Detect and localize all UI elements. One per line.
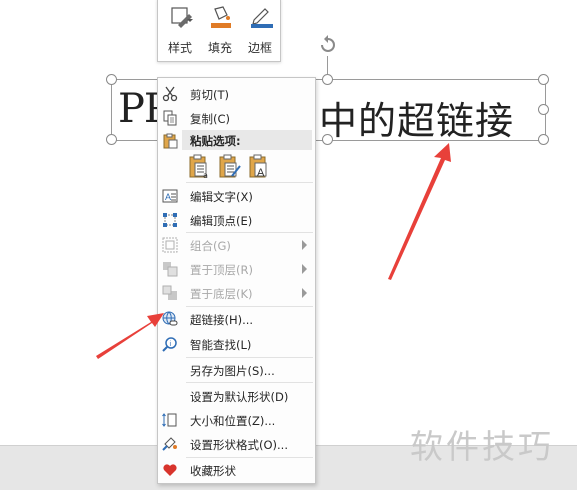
- resize-handle-bottom-right[interactable]: [538, 134, 549, 145]
- slide-text-right[interactable]: 中的超链接: [319, 90, 514, 145]
- menu-item-group: 组合(G): [158, 233, 315, 257]
- resize-handle-bottom-left[interactable]: [106, 134, 117, 145]
- hyperlink-globe-icon: [162, 311, 178, 326]
- style-button-label: 样式: [167, 41, 192, 55]
- scissors-icon: [162, 86, 178, 102]
- menu-label-edit-text: 编辑文字(X): [190, 190, 253, 204]
- menu-label-cut: 剪切(T): [190, 88, 229, 102]
- menu-label-hyperlink: 超链接(H)...: [190, 313, 254, 327]
- paste-options-header: 粘贴选项:: [182, 130, 312, 150]
- menu-label-send-to-back: 置于底层(K): [190, 287, 253, 301]
- border-button[interactable]: 边框: [242, 3, 278, 55]
- watermark: 软件技巧: [410, 427, 554, 466]
- menu-separator: [186, 182, 313, 183]
- style-icon: [171, 7, 193, 28]
- send-to-back-icon: [162, 285, 177, 300]
- mini-toolbar: 样式 填充 边框: [157, 0, 281, 62]
- menu-label-smart-lookup: 智能查找(L): [190, 338, 252, 352]
- bring-to-front-icon: [163, 262, 178, 277]
- copy-icon: [163, 110, 177, 126]
- menu-item-send-to-back: 置于底层(K): [158, 281, 315, 305]
- group-icon: [162, 237, 178, 253]
- submenu-arrow-icon: [302, 240, 307, 250]
- fill-bucket-icon: [211, 6, 231, 28]
- menu-item-edit-text[interactable]: A 编辑文字(X): [158, 184, 315, 208]
- size-position-icon: [162, 413, 177, 427]
- resize-handle-bottom-center[interactable]: [322, 134, 333, 145]
- menu-label-save-as-picture: 另存为图片(S)...: [190, 364, 275, 378]
- resize-handle-top-left[interactable]: [106, 74, 117, 85]
- style-button[interactable]: 样式: [162, 3, 198, 55]
- clipboard-icon: [163, 133, 178, 149]
- menu-item-hyperlink[interactable]: 超链接(H)...: [158, 307, 315, 331]
- smart-lookup-icon: i: [162, 337, 177, 352]
- rotate-handle-icon[interactable]: [317, 34, 339, 56]
- heart-icon: [163, 464, 177, 476]
- menu-label-group: 组合(G): [190, 239, 231, 253]
- menu-label-set-default-shape: 设置为默认形状(D): [190, 390, 289, 404]
- menu-item-copy[interactable]: 复制(C): [158, 106, 315, 130]
- svg-text:A: A: [165, 192, 171, 202]
- menu-item-smart-lookup[interactable]: i 智能查找(L): [158, 332, 315, 356]
- resize-handle-top-center[interactable]: [322, 74, 333, 85]
- resize-handle-middle-right[interactable]: [538, 104, 549, 115]
- edit-points-icon: [163, 213, 177, 227]
- menu-label-bring-to-front: 置于顶层(R): [190, 263, 253, 277]
- menu-separator: [186, 382, 313, 383]
- paste-keep-source-icon[interactable]: [218, 154, 242, 180]
- fill-button-label: 填充: [207, 41, 232, 55]
- paste-text-only-icon[interactable]: A: [248, 154, 272, 180]
- submenu-arrow-icon: [302, 264, 307, 274]
- border-button-label: 边框: [247, 41, 272, 55]
- resize-handle-top-right[interactable]: [538, 74, 549, 85]
- format-shape-icon: [162, 437, 177, 451]
- menu-label-format-shape: 设置形状格式(O)...: [190, 438, 288, 452]
- svg-text:A: A: [257, 167, 265, 179]
- menu-item-save-as-picture[interactable]: 另存为图片(S)...: [158, 358, 315, 382]
- menu-item-size-and-position[interactable]: 大小和位置(Z)...: [158, 408, 315, 432]
- menu-item-cut[interactable]: 剪切(T): [158, 82, 315, 106]
- menu-label-copy: 复制(C): [190, 112, 231, 126]
- rotate-connector: [327, 56, 328, 74]
- paste-use-destination-icon[interactable]: a: [188, 154, 212, 180]
- border-pen-icon: [251, 8, 273, 28]
- menu-item-set-default-shape[interactable]: 设置为默认形状(D): [158, 384, 315, 408]
- paste-options-label: 粘贴选项:: [190, 134, 241, 148]
- menu-item-bring-to-front: 置于顶层(R): [158, 257, 315, 281]
- submenu-arrow-icon: [302, 288, 307, 298]
- fill-button[interactable]: 填充: [202, 3, 238, 55]
- context-menu: 剪切(T) 复制(C) 粘贴选项: a A A 编辑文字(X) 编辑顶点(E) …: [157, 77, 316, 484]
- menu-item-favorite-shape[interactable]: 收藏形状: [158, 458, 315, 482]
- menu-label-favorite-shape: 收藏形状: [190, 464, 236, 478]
- edit-text-icon: A: [162, 189, 178, 203]
- menu-label-edit-points: 编辑顶点(E): [190, 214, 253, 228]
- menu-label-size-and-position: 大小和位置(Z)...: [190, 414, 276, 428]
- menu-item-edit-points[interactable]: 编辑顶点(E): [158, 208, 315, 232]
- menu-item-format-shape[interactable]: 设置形状格式(O)...: [158, 432, 315, 456]
- svg-text:a: a: [203, 171, 208, 180]
